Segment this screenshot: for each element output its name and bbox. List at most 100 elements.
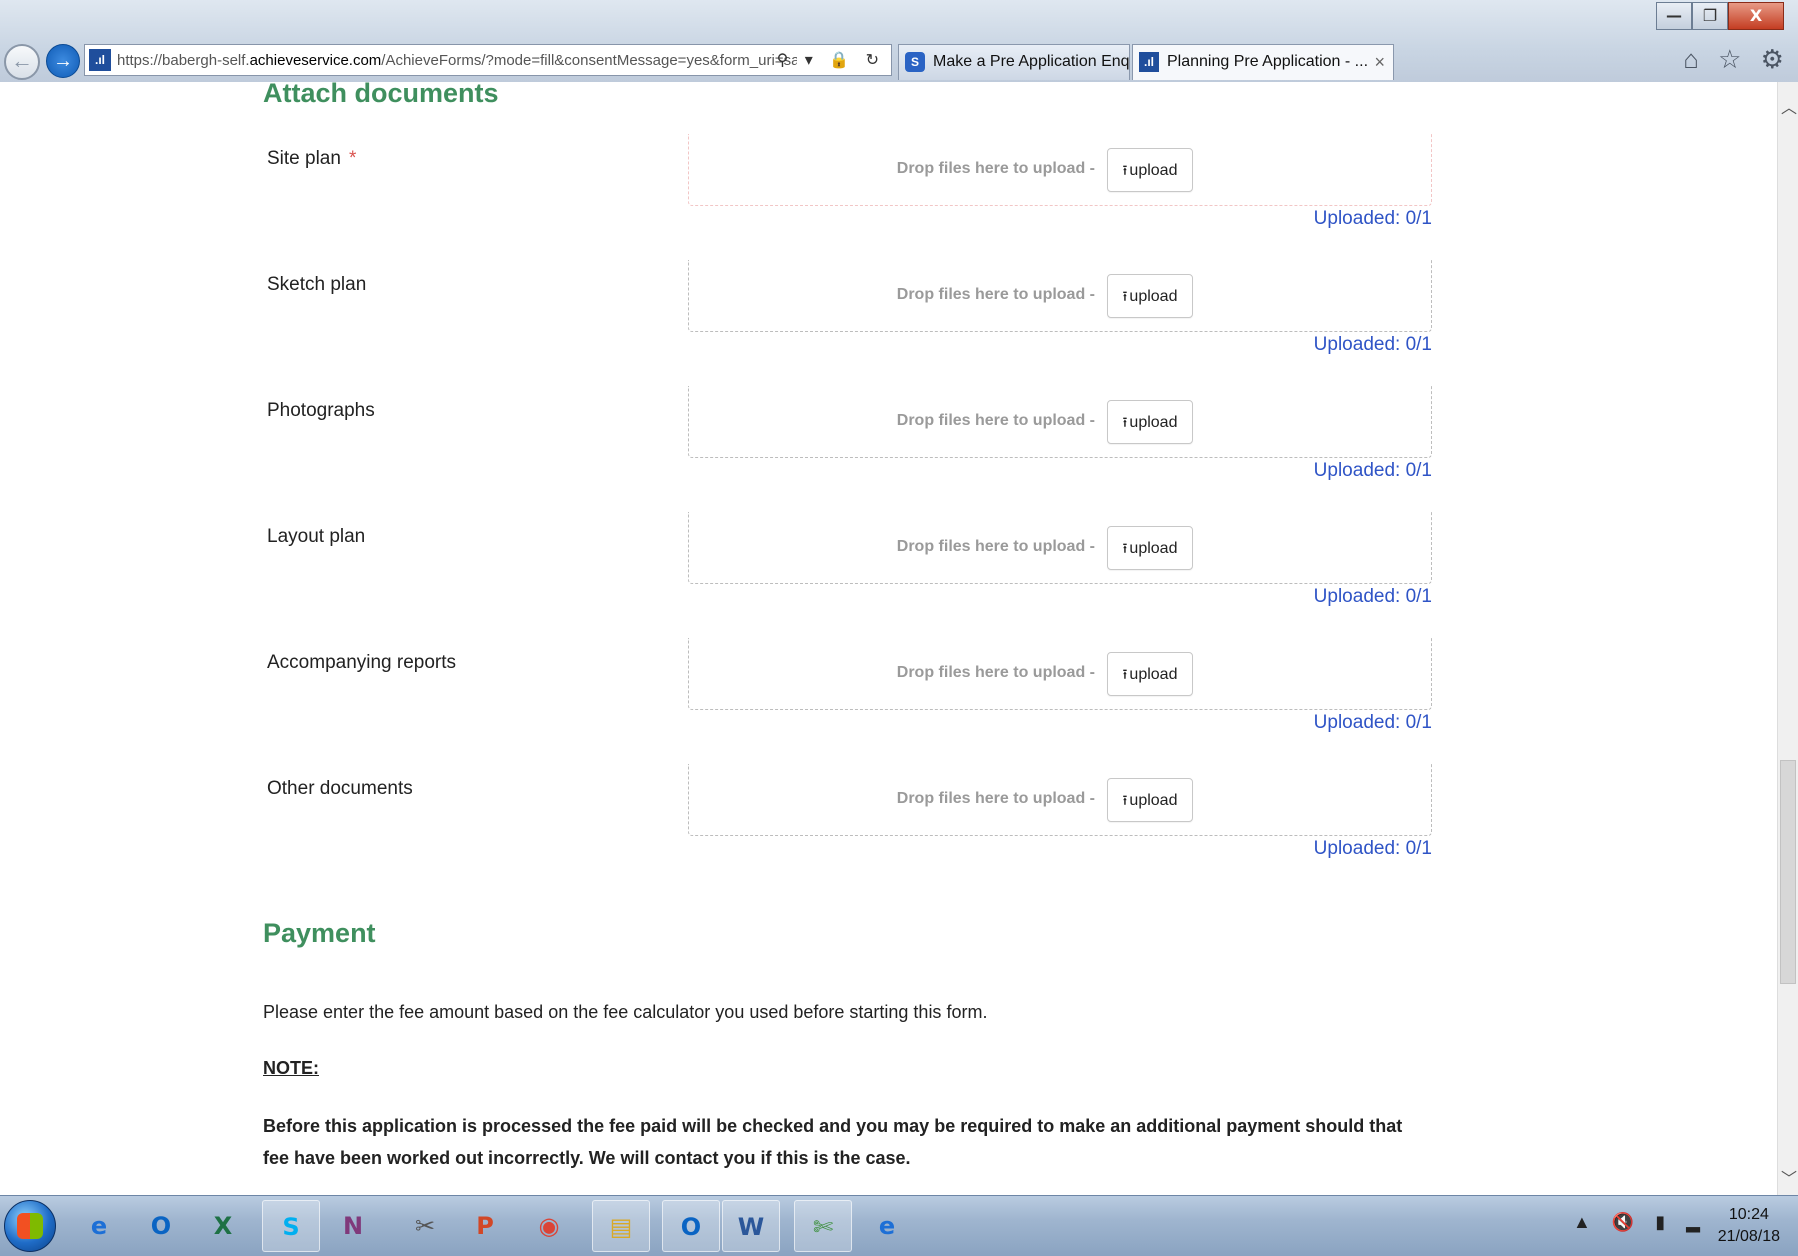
upload-icon: ⭱ — [1122, 540, 1128, 556]
upload-row: Other documents Drop files here to upload… — [0, 764, 1778, 874]
upload-button[interactable]: ⭱ upload — [1107, 148, 1193, 192]
required-asterisk: * — [348, 148, 357, 169]
taskbar-app-excel[interactable]: X — [194, 1200, 252, 1252]
clock[interactable]: 10:24 21/08/18 — [1718, 1204, 1780, 1248]
chrome-icon: ◉ — [538, 1212, 560, 1240]
upload-label: upload — [1129, 792, 1178, 809]
close-window-button[interactable]: X — [1728, 2, 1784, 30]
taskbar-app-skype[interactable]: S — [262, 1200, 320, 1252]
tab-close-icon[interactable]: × — [1374, 45, 1385, 79]
upload-label: upload — [1129, 666, 1178, 683]
file-dropzone[interactable]: Drop files here to upload - ⭱ upload — [688, 512, 1432, 584]
arrow-right-icon: → — [53, 50, 73, 72]
internet-explorer-2-icon: e — [878, 1212, 896, 1240]
snipping-tool-icon: ✄ — [812, 1213, 834, 1241]
attach-documents-heading: Attach documents — [263, 82, 499, 108]
upload-icon: ⭱ — [1122, 414, 1128, 430]
word-icon: W — [737, 1213, 765, 1241]
forward-button[interactable]: → — [46, 44, 80, 78]
taskbar: e O X S N ✂ P ◉ ▤ O W ✄ e ▲ 🔇 ▮ ▂ 10:24 21/08/18 — [0, 1195, 1798, 1256]
upload-icon: ⭱ — [1122, 162, 1128, 178]
drop-files-text: Drop files here to upload - — [896, 538, 1095, 555]
upload-status: Uploaded: 0/1 — [1313, 838, 1432, 859]
window-controls: — ❐ X — [1656, 2, 1784, 30]
file-dropzone[interactable]: Drop files here to upload - ⭱ upload — [688, 764, 1432, 836]
upload-label: upload — [1129, 414, 1178, 431]
taskbar-app-outlook-2[interactable]: O — [662, 1200, 720, 1252]
file-dropzone[interactable]: Drop files here to upload - ⭱ upload — [688, 134, 1432, 206]
clock-time: 10:24 — [1728, 1206, 1769, 1223]
upload-status: Uploaded: 0/1 — [1313, 334, 1432, 355]
upload-label: upload — [1129, 162, 1178, 179]
upload-row: Photographs Drop files here to upload - ⭱ u… — [0, 386, 1778, 496]
drop-files-text: Drop files here to upload - — [896, 160, 1095, 177]
s-logo-icon: S — [905, 52, 925, 72]
upload-icon: ⭱ — [1122, 666, 1128, 682]
start-button[interactable] — [4, 1200, 56, 1252]
upload-icon: ⭱ — [1122, 792, 1128, 808]
taskbar-app-tool[interactable]: ✂ — [396, 1200, 454, 1252]
upload-row: Accompanying reports Drop files here to u… — [0, 638, 1778, 748]
taskbar-app-onenote[interactable]: N — [324, 1200, 382, 1252]
taskbar-app-word[interactable]: W — [722, 1200, 780, 1252]
arrow-left-icon: ← — [11, 48, 33, 73]
taskbar-app-file-explorer[interactable]: ▤ — [592, 1200, 650, 1252]
upload-status: Uploaded: 0/1 — [1313, 586, 1432, 607]
browser-toolbar-icons[interactable]: ⌂ ☆ ⚙ — [1683, 44, 1790, 75]
vertical-scrollbar[interactable]: ︿ ﹀ — [1777, 82, 1798, 1195]
file-dropzone[interactable]: Drop files here to upload - ⭱ upload — [688, 638, 1432, 710]
file-dropzone[interactable]: Drop files here to upload - ⭱ upload — [688, 386, 1432, 458]
excel-icon: X — [213, 1212, 233, 1240]
note-label: NOTE: — [263, 1058, 319, 1078]
upload-row: Layout plan Drop files here to upload - ⭱ u… — [0, 512, 1778, 622]
scroll-thumb[interactable] — [1780, 760, 1796, 984]
taskbar-app-snipping-tool[interactable]: ✄ — [794, 1200, 852, 1252]
upload-label: upload — [1129, 288, 1178, 305]
tab-label: Make a Pre Application Enquir... — [933, 53, 1130, 70]
upload-button[interactable]: ⭱ upload — [1107, 526, 1193, 570]
upload-label: upload — [1129, 540, 1178, 557]
system-tray-icons[interactable]: ▲ 🔇 ▮ ▂ — [1573, 1212, 1708, 1233]
taskbar-app-chrome[interactable]: ◉ — [520, 1200, 578, 1252]
upload-button[interactable]: ⭱ upload — [1107, 274, 1193, 318]
drop-files-text: Drop files here to upload - — [896, 286, 1095, 303]
restore-button[interactable]: ❐ — [1692, 2, 1728, 30]
onenote-icon: N — [342, 1212, 364, 1240]
upload-button[interactable]: ⭱ upload — [1107, 652, 1193, 696]
field-label: Sketch plan — [267, 274, 367, 295]
scroll-up-icon[interactable]: ︿ — [1781, 94, 1797, 118]
page-content: Attach documents Site plan * Drop files he… — [0, 82, 1778, 1195]
upload-status: Uploaded: 0/1 — [1313, 712, 1432, 733]
file-dropzone[interactable]: Drop files here to upload - ⭱ upload — [688, 260, 1432, 332]
windows-logo-icon — [17, 1213, 43, 1239]
payment-heading: Payment — [263, 918, 376, 948]
taskbar-app-powerpoint[interactable]: P — [456, 1200, 514, 1252]
upload-status: Uploaded: 0/1 — [1313, 460, 1432, 481]
field-label: Site plan * — [267, 148, 357, 169]
taskbar-app-internet-explorer-2[interactable]: e — [858, 1200, 916, 1252]
upload-status: Uploaded: 0/1 — [1313, 208, 1432, 229]
drop-files-text: Drop files here to upload - — [896, 664, 1095, 681]
back-button[interactable]: ← — [4, 44, 40, 80]
note-text: Before this application is processed the… — [263, 1116, 1403, 1168]
tool-icon: ✂ — [414, 1212, 436, 1240]
upload-row: Sketch plan Drop files here to upload - ⭱ u… — [0, 260, 1778, 370]
skype-icon: S — [282, 1213, 300, 1241]
browser-chrome: — ❐ X ← → .ıl https://babergh-self.achie… — [0, 0, 1798, 83]
scroll-down-icon[interactable]: ﹀ — [1781, 1165, 1797, 1189]
minimize-button[interactable]: — — [1656, 2, 1692, 30]
upload-button[interactable]: ⭱ upload — [1107, 400, 1193, 444]
tab-make-pre-application[interactable]: S Make a Pre Application Enquir... — [898, 44, 1130, 80]
taskbar-app-outlook[interactable]: O — [132, 1200, 190, 1252]
tab-planning-pre-application[interactable]: .ıl Planning Pre Application - ... × — [1132, 44, 1394, 80]
outlook-2-icon: O — [680, 1213, 702, 1241]
url-text[interactable]: https://babergh-self.achieveservice.com/… — [117, 52, 797, 69]
field-label: Accompanying reports — [267, 652, 457, 673]
address-bar[interactable]: .ıl https://babergh-self.achieveservice.… — [84, 44, 892, 76]
powerpoint-icon: P — [476, 1212, 494, 1240]
address-tools-icons[interactable]: ⚲ ▾ 🔒 ↻ — [777, 50, 885, 70]
upload-button[interactable]: ⭱ upload — [1107, 778, 1193, 822]
field-label: Photographs — [267, 400, 375, 421]
internet-explorer-icon: e — [90, 1212, 108, 1240]
taskbar-app-internet-explorer[interactable]: e — [70, 1200, 128, 1252]
